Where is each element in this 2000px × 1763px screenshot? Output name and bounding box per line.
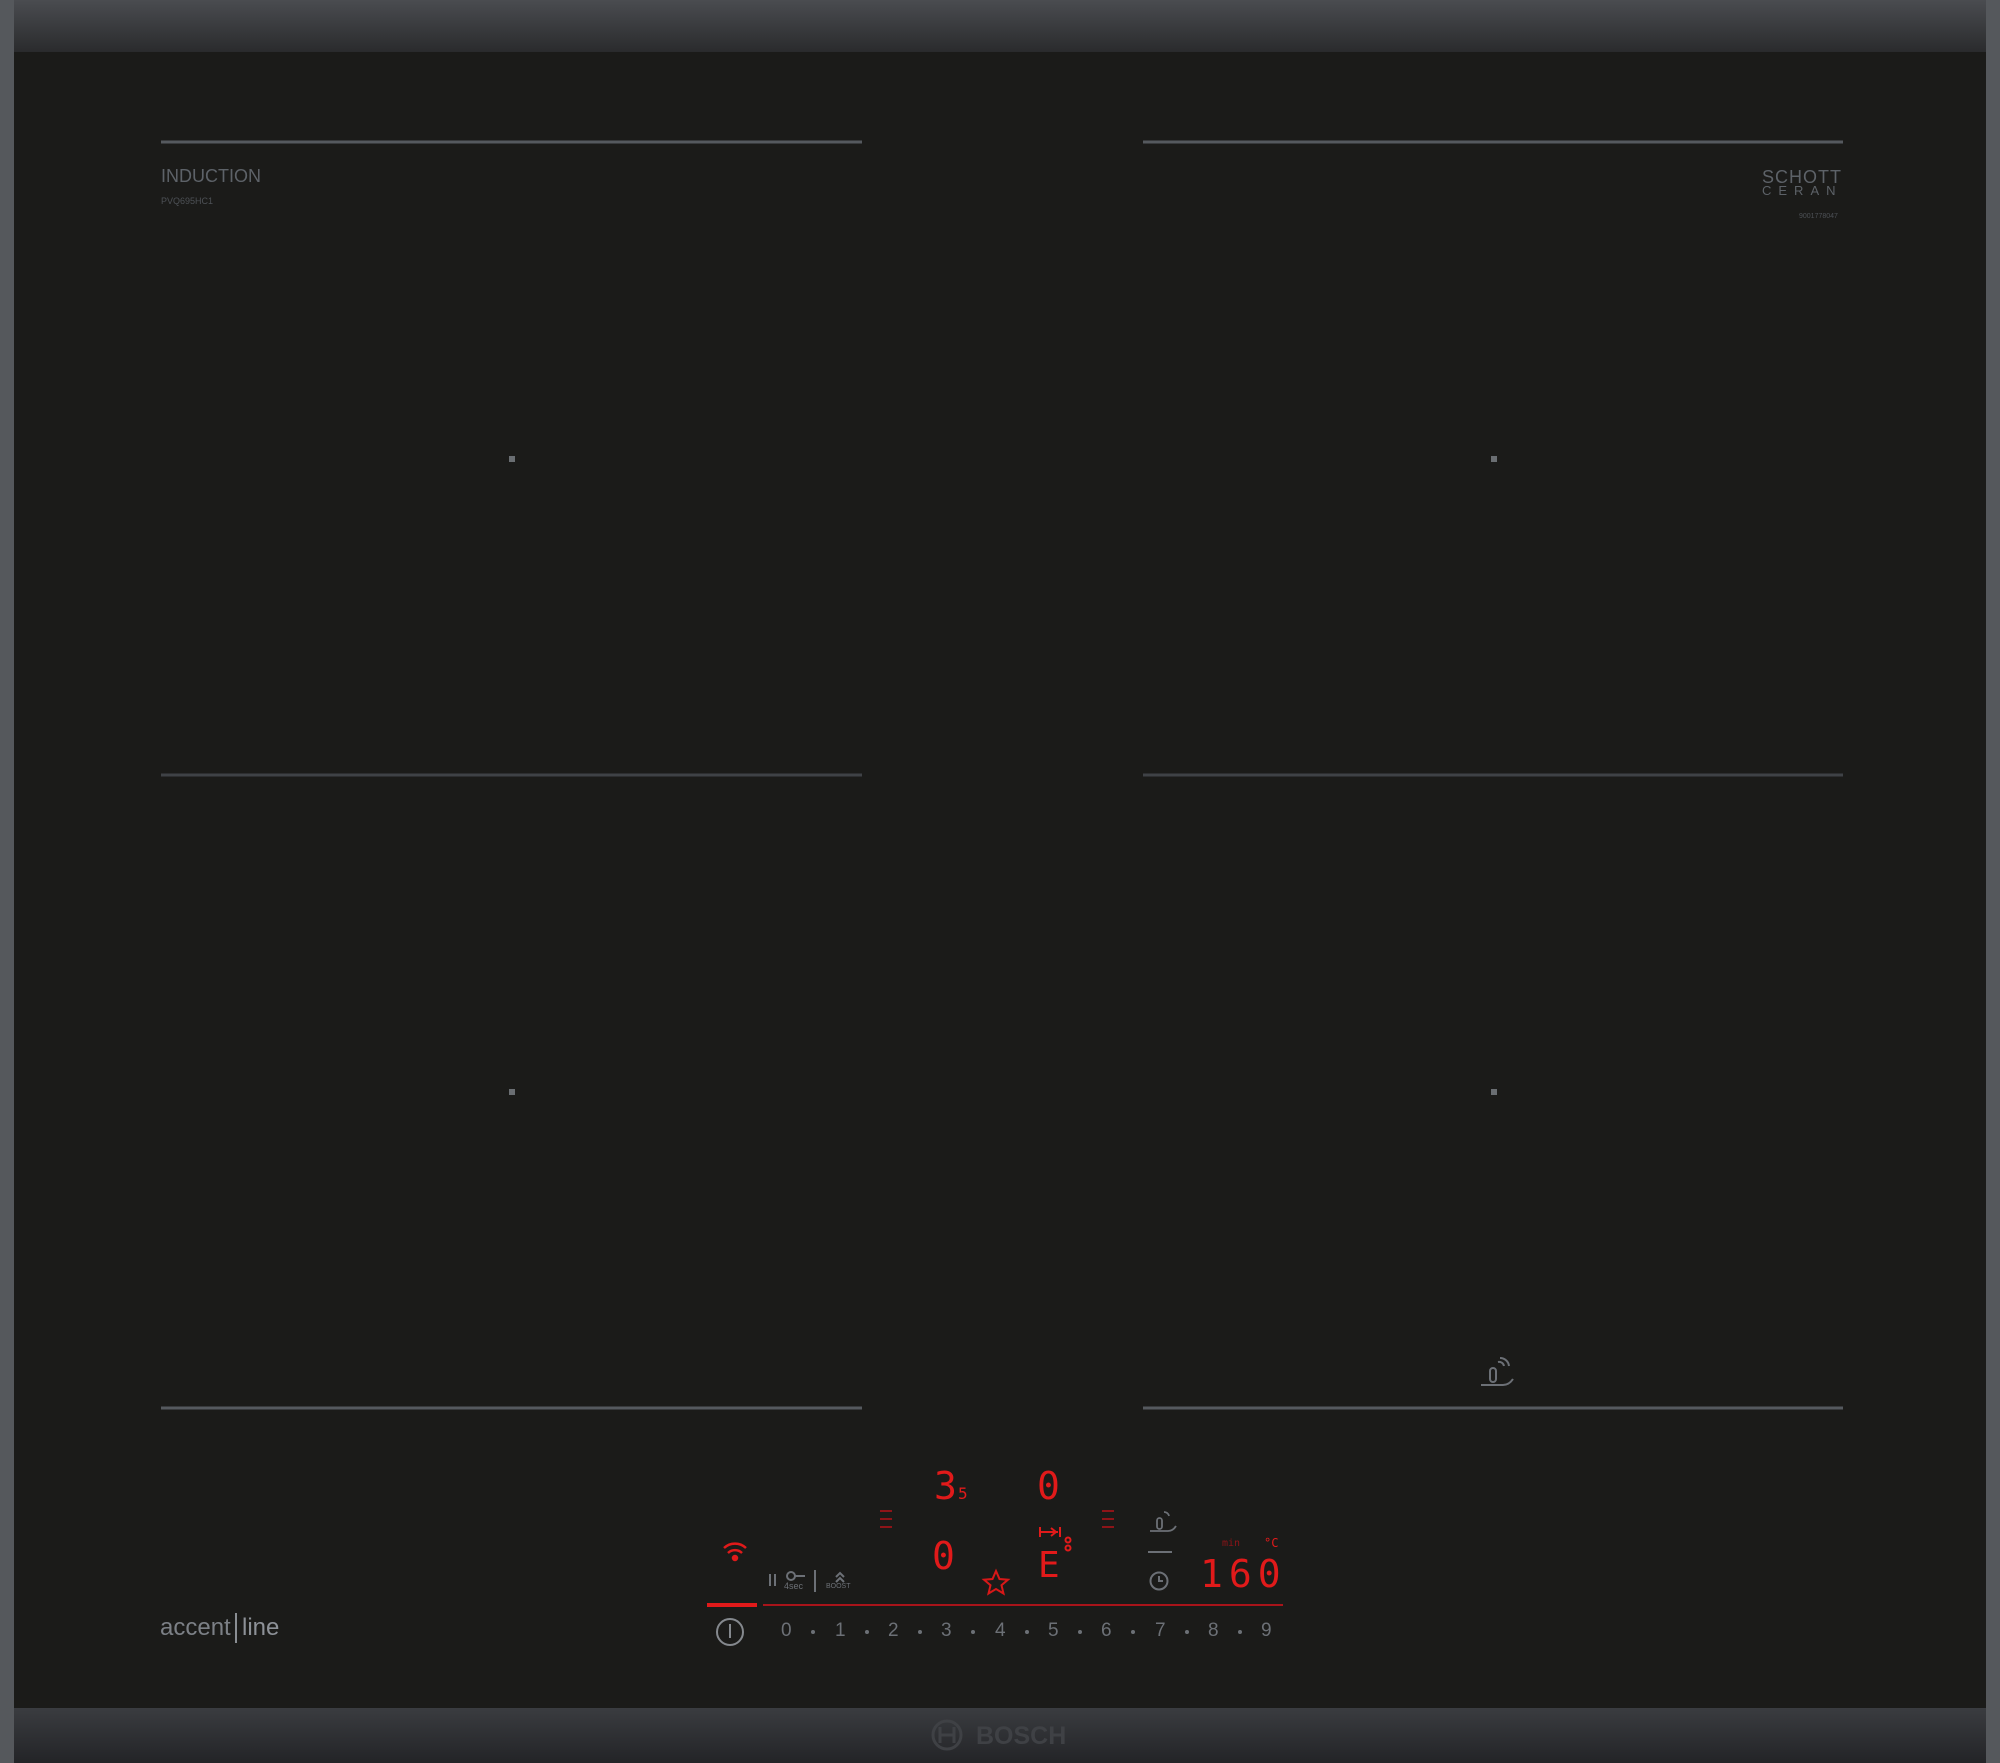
lock-duration-label: 4sec bbox=[784, 1581, 804, 1591]
zone-top-left-level: 3 bbox=[934, 1464, 957, 1508]
slider-level-2[interactable]: 2 bbox=[888, 1620, 899, 1642]
zone-top-right-level: 0 bbox=[1037, 1464, 1060, 1508]
glass-brand-line2: CERAN bbox=[1762, 183, 1843, 198]
zone-center-bottom-left bbox=[509, 1089, 515, 1095]
slider-level-8[interactable]: 8 bbox=[1208, 1620, 1219, 1642]
slider-level-3[interactable]: 3 bbox=[941, 1620, 952, 1642]
slider-level-1[interactable]: 1 bbox=[835, 1620, 846, 1642]
slider-level-0[interactable]: 0 bbox=[781, 1620, 792, 1642]
slider-level-7[interactable]: 7 bbox=[1155, 1620, 1166, 1642]
timer-unit: min bbox=[1222, 1538, 1241, 1549]
bosch-logo: BOSCH bbox=[976, 1722, 1067, 1750]
zone-center-bottom-right bbox=[1491, 1089, 1497, 1095]
frame-left-edge bbox=[0, 0, 14, 1763]
temperature-readout: 160 bbox=[1200, 1552, 1287, 1596]
frame-right-edge bbox=[1986, 0, 2000, 1763]
series-accent: accent bbox=[160, 1614, 231, 1641]
model-number: PVQ695HC1 bbox=[161, 196, 214, 206]
slider-level-5[interactable]: 5 bbox=[1048, 1620, 1059, 1642]
series-line: line bbox=[242, 1614, 280, 1641]
induction-label: INDUCTION bbox=[161, 166, 261, 186]
glass-surface bbox=[14, 52, 1986, 1708]
cooktop bbox=[0, 0, 2000, 1763]
zone-center-top-left bbox=[509, 456, 515, 462]
zone-bottom-right-level: E bbox=[1038, 1545, 1060, 1586]
glass-code: 9001778047 bbox=[1799, 213, 1838, 220]
slider-level-9[interactable]: 9 bbox=[1261, 1620, 1272, 1642]
frame-top-bar bbox=[0, 0, 2000, 52]
slider-level-4[interactable]: 4 bbox=[995, 1620, 1006, 1642]
zone-bottom-left-level: 0 bbox=[932, 1534, 955, 1578]
slider-level-6[interactable]: 6 bbox=[1101, 1620, 1112, 1642]
boost-label: BOOST bbox=[826, 1583, 851, 1590]
temp-unit: °C bbox=[1264, 1536, 1279, 1550]
zone-top-left-sub: 5 bbox=[958, 1484, 968, 1503]
zone-center-top-right bbox=[1491, 456, 1497, 462]
